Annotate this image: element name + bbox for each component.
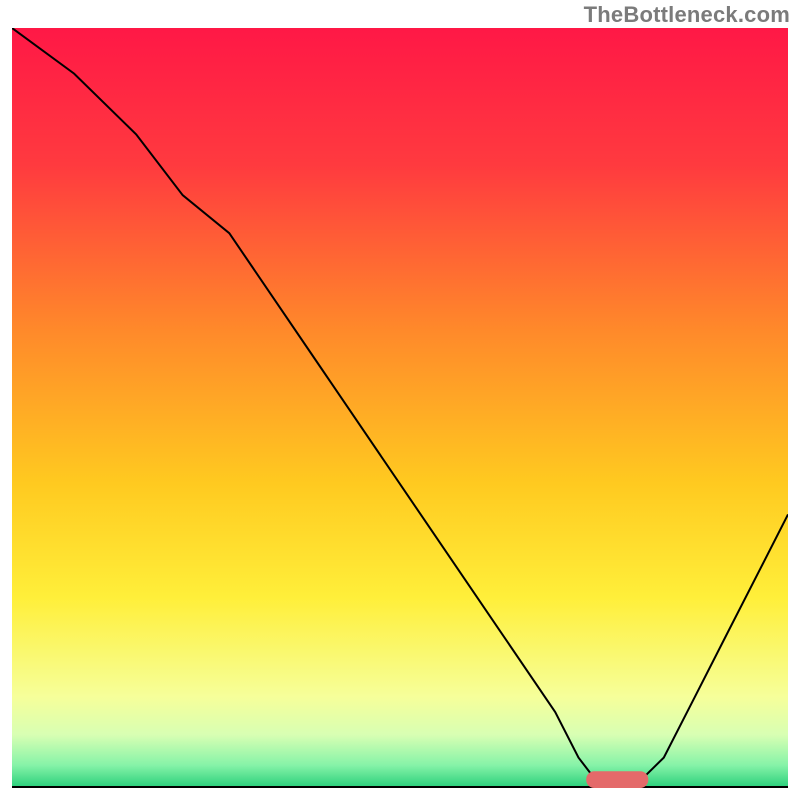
chart-svg — [12, 28, 788, 788]
watermark-text: TheBottleneck.com — [584, 2, 790, 28]
gradient-background — [12, 28, 788, 788]
chart-plot-area — [12, 28, 788, 788]
chart-frame: TheBottleneck.com — [0, 0, 800, 800]
optimal-range-marker — [586, 771, 648, 788]
